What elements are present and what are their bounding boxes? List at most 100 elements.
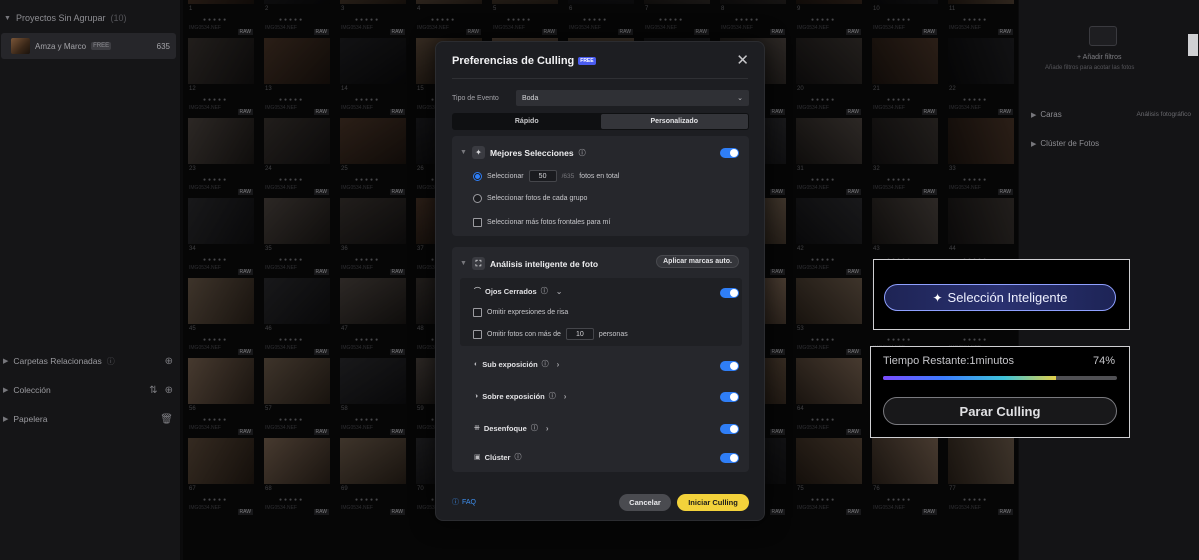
add-filters-button[interactable]: + Añadir filtros: [1077, 54, 1122, 61]
overexposure-row[interactable]: ◑ Sobre exposición ⓘ ›: [474, 391, 566, 401]
people-count-input[interactable]: 10: [565, 328, 594, 340]
select-suffix: fotos en total: [579, 172, 620, 180]
blur-row[interactable]: ⁜ Desenfoque ⓘ ›: [474, 423, 548, 433]
apply-auto-marks-button[interactable]: Aplicar marcas auto.: [656, 255, 739, 268]
best-selections-toggle[interactable]: [720, 148, 739, 158]
closed-eyes-panel: ⌒ Ojos Cerrados ⓘ ⌄ Omitir expresiones d…: [460, 278, 742, 346]
skip-many-suffix: personas: [598, 330, 628, 338]
faq-link[interactable]: ⓘ FAQ: [452, 497, 476, 507]
dialog-title-text: Preferencias de Culling: [452, 55, 575, 67]
event-type-value: Boda: [522, 94, 539, 102]
sidebar-item-trash[interactable]: ▶ Papelera 🗑: [0, 411, 181, 427]
radio-selected[interactable]: [473, 171, 482, 181]
caret-right-icon: ▶: [3, 387, 9, 394]
close-icon[interactable]: ✕: [736, 53, 749, 68]
project-item[interactable]: Amza y Marco FREE 635: [1, 33, 176, 59]
divider: [452, 78, 748, 79]
sidebar-item-related-folders[interactable]: ▶ Carpetas Relacionadas ⓘ ⊕: [0, 353, 181, 369]
smart-selection-callout: ✦ Selección Inteligente: [873, 259, 1130, 330]
people-count-value: 10: [576, 330, 584, 338]
cluster-row[interactable]: ▣ Clúster ⓘ: [474, 452, 521, 462]
caret-down-icon: ▼: [4, 14, 11, 22]
skip-many-people-option[interactable]: Omitir fotos con más de 10 personas: [473, 328, 628, 340]
skip-many-prefix: Omitir fotos con más de: [487, 330, 561, 338]
underexposure-row[interactable]: ◐ Sub exposición ⓘ ›: [474, 359, 559, 369]
closed-eyes-toggle[interactable]: [720, 288, 739, 298]
radio[interactable]: [473, 194, 482, 203]
overexposure-label: Sobre exposición: [482, 391, 545, 401]
best-selections-header[interactable]: ▼ ✦ Mejores Selecciones ⓘ: [460, 146, 586, 159]
closed-eyes-label: Ojos Cerrados: [485, 286, 537, 296]
dotted-grid-icon: ⁜: [474, 425, 480, 432]
checkbox[interactable]: [473, 308, 482, 317]
trash-icon[interactable]: 🗑: [160, 414, 173, 425]
select-count-input[interactable]: 50: [528, 170, 557, 182]
caret-right-icon: ▶: [1031, 140, 1037, 148]
project-count: 635: [156, 41, 170, 51]
start-culling-button[interactable]: Iniciar Culling: [677, 494, 749, 511]
event-type-label: Tipo de Evento: [452, 95, 499, 102]
checkbox[interactable]: [473, 218, 482, 227]
chevron-right-icon[interactable]: ›: [564, 392, 567, 401]
filter-cluster-label: Clúster de Fotos: [1040, 139, 1100, 148]
scroll-handle[interactable]: [1188, 34, 1198, 56]
filter-faces[interactable]: ▶ Caras Análisis fotográfico: [1031, 110, 1191, 119]
caret-down-icon: ▼: [460, 260, 467, 267]
checkbox[interactable]: [473, 329, 482, 339]
overexposure-toggle[interactable]: [720, 392, 739, 402]
smart-selection-button[interactable]: ✦ Selección Inteligente: [884, 284, 1116, 311]
add-icon[interactable]: ⊕: [165, 356, 173, 367]
sidebar-item-collection[interactable]: ▶ Colección ⇅ ⊕: [0, 382, 181, 398]
chevron-right-icon[interactable]: ›: [557, 360, 560, 369]
cancel-button[interactable]: Cancelar: [619, 494, 671, 511]
eye-closed-icon: ⌒: [474, 288, 481, 295]
select-count-option[interactable]: Seleccionar 50 /635 fotos en total: [473, 170, 619, 182]
progress-percent: 74%: [1092, 355, 1115, 367]
sidebar-item-label: Colección: [13, 385, 51, 395]
blur-label: Desenfoque: [483, 423, 527, 433]
smart-selection-label: Selección Inteligente: [947, 290, 1068, 305]
half-circle-icon: ◐: [474, 360, 479, 368]
project-name: Amza y Marco: [35, 41, 87, 51]
select-total: /635: [561, 172, 575, 180]
tab-fast[interactable]: Rápido: [453, 114, 601, 129]
select-per-group-label: Seleccionar fotos de cada grupo: [487, 195, 588, 202]
info-icon: ⓘ: [541, 361, 549, 368]
caret-down-icon: ▼: [460, 149, 467, 156]
cluster-toggle[interactable]: [720, 453, 739, 463]
project-badge: FREE: [91, 42, 112, 50]
frontal-photos-option[interactable]: Seleccionar más fotos frontales para mí: [473, 218, 610, 227]
chevron-right-icon[interactable]: ›: [546, 424, 549, 433]
underexposure-label: Sub exposición: [482, 359, 538, 369]
underexposure-toggle[interactable]: [720, 361, 739, 371]
skip-laugh-option[interactable]: Omitir expresiones de risa: [473, 308, 568, 317]
projects-header[interactable]: ▼ Proyectos Sin Agrupar (10): [4, 13, 127, 23]
sidebar: ▼ Proyectos Sin Agrupar (10) Amza y Marc…: [0, 0, 181, 560]
event-type-select[interactable]: Boda ⌄: [516, 90, 749, 106]
add-filters-hint: Añade filtros para acotar las fotos: [1045, 65, 1135, 71]
select-count-value: 50: [538, 172, 547, 180]
photo-analysis-label: Análisis fotográfico: [1136, 111, 1191, 118]
sparkle-icon: ✦: [471, 146, 485, 159]
sparkle-icon: ✦: [932, 290, 943, 305]
smart-analysis-header[interactable]: ▼ ⛶ Análisis inteligente de foto: [460, 257, 598, 270]
select-label: Seleccionar: [487, 172, 524, 180]
mode-switch: Rápido Personalizado: [452, 113, 749, 130]
filter-cluster[interactable]: ▶ Clúster de Fotos: [1031, 139, 1191, 148]
chevron-down-icon: ⌄: [737, 95, 743, 102]
free-badge: FREE: [578, 57, 596, 65]
add-icon[interactable]: ⊕: [165, 385, 173, 396]
culling-preferences-dialog: Preferencias de Culling FREE ✕ Tipo de E…: [435, 41, 765, 521]
closed-eyes-row[interactable]: ⌒ Ojos Cerrados ⓘ ⌄: [474, 286, 562, 296]
stop-culling-button[interactable]: Parar Culling: [883, 397, 1117, 425]
sort-icon[interactable]: ⇅: [149, 385, 157, 396]
info-icon: ⓘ: [514, 454, 522, 461]
tab-custom[interactable]: Personalizado: [600, 114, 748, 129]
blur-toggle[interactable]: [720, 424, 739, 434]
select-per-group-option[interactable]: Seleccionar fotos de cada grupo: [473, 194, 587, 203]
chevron-down-icon[interactable]: ⌄: [556, 287, 563, 296]
best-selections-title: Mejores Selecciones: [489, 147, 574, 158]
best-selections-card: ▼ ✦ Mejores Selecciones ⓘ Seleccionar 50…: [452, 136, 749, 236]
info-icon: ⓘ: [578, 149, 586, 157]
caret-right-icon: ▶: [3, 416, 9, 423]
